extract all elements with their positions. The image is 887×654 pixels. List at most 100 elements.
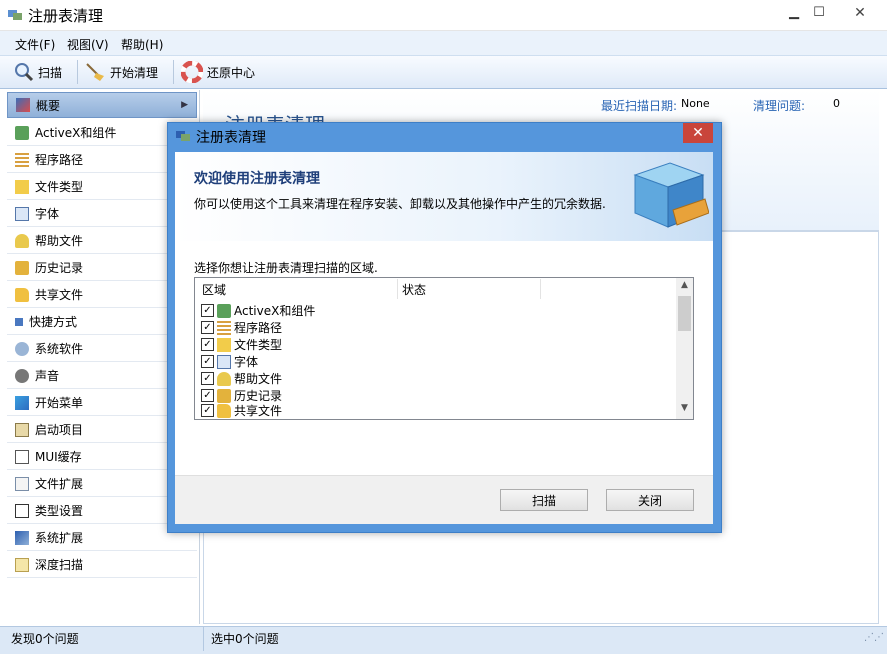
checkbox[interactable]: ✓ xyxy=(201,338,214,351)
scan-button[interactable]: 扫描 xyxy=(500,489,588,511)
start-clean-toolbar-button[interactable]: 开始清理 xyxy=(84,61,158,83)
shared-folder-icon xyxy=(217,403,231,418)
status-selected-issues: 选中0个问题 xyxy=(211,632,279,646)
checkbox[interactable]: ✓ xyxy=(201,321,214,334)
sidebar-item-label: 程序路径 xyxy=(35,153,84,167)
restore-center-toolbar-button[interactable]: 还原中心 xyxy=(181,61,255,83)
file-type-icon xyxy=(217,337,231,352)
program-path-icon xyxy=(217,320,231,335)
checkbox[interactable]: ✓ xyxy=(201,404,214,417)
sidebar-item-label: 深度扫描 xyxy=(35,558,84,572)
dialog-title: 注册表清理 xyxy=(196,130,266,146)
sidebar-item-label: 概要 xyxy=(36,98,61,113)
activex-icon xyxy=(217,303,231,318)
sidebar-item-label: 字体 xyxy=(35,207,60,221)
column-header-status[interactable]: 状态 xyxy=(402,281,426,298)
shared-folder-icon xyxy=(15,287,29,302)
scan-toolbar-label: 扫描 xyxy=(38,65,63,80)
toolbar-separator xyxy=(173,60,174,84)
checkbox[interactable]: ✓ xyxy=(201,355,214,368)
toolbar-separator xyxy=(77,60,78,84)
sidebar-item-label: 系统软件 xyxy=(35,342,84,356)
program-path-icon xyxy=(15,152,29,167)
expand-caret-icon: ▶ xyxy=(181,100,188,110)
status-bar xyxy=(0,626,887,654)
checkbox[interactable]: ✓ xyxy=(201,304,214,317)
list-item[interactable]: ✓ 历史记录 xyxy=(201,387,282,404)
font-icon xyxy=(217,354,231,369)
startup-icon xyxy=(15,422,29,437)
sidebar-item-label: 共享文件 xyxy=(35,288,84,302)
scroll-thumb[interactable] xyxy=(678,296,691,331)
scan-toolbar-button[interactable]: 扫描 xyxy=(14,61,62,83)
maximize-button[interactable]: ☐ xyxy=(807,4,831,22)
app-icon xyxy=(8,10,22,20)
dialog-heading: 欢迎使用注册表清理 xyxy=(194,171,320,187)
list-item-label: 程序路径 xyxy=(234,321,283,335)
system-software-icon xyxy=(15,341,29,356)
list-item-label: 文件类型 xyxy=(234,338,283,352)
font-icon xyxy=(15,206,29,221)
menu-file[interactable]: 文件(F) xyxy=(15,36,55,53)
list-item-label: 共享文件 xyxy=(234,404,283,418)
list-item-label: ActiveX和组件 xyxy=(234,304,316,318)
list-item-label: 字体 xyxy=(234,355,259,369)
sidebar-item-label: 类型设置 xyxy=(35,504,84,518)
file-extension-icon xyxy=(15,476,29,491)
issues-label: 清理问题: xyxy=(753,99,806,113)
minimize-button[interactable]: ▁ xyxy=(782,4,806,22)
list-item[interactable]: ✓ ActiveX和组件 xyxy=(201,302,315,319)
dialog-app-icon xyxy=(176,131,190,141)
close-button[interactable]: ✕ xyxy=(840,4,880,22)
sidebar-item-label: 历史记录 xyxy=(35,261,84,275)
sidebar-item-label: 系统扩展 xyxy=(35,531,84,545)
column-divider xyxy=(540,279,541,299)
last-scan-label: 最近扫描日期: xyxy=(601,99,678,113)
list-item[interactable]: ✓ 共享文件 xyxy=(201,403,282,418)
sidebar-item-label: 启动项目 xyxy=(35,423,84,437)
list-item[interactable]: ✓ 字体 xyxy=(201,353,258,370)
list-item[interactable]: ✓ 文件类型 xyxy=(201,336,282,353)
list-item-label: 历史记录 xyxy=(234,389,283,403)
window-title: 注册表清理 xyxy=(28,7,104,25)
sidebar-item-label: 开始菜单 xyxy=(35,396,84,410)
sidebar-item-label: 声音 xyxy=(35,369,60,383)
start-menu-icon xyxy=(15,395,29,410)
sidebar-item-label: 快捷方式 xyxy=(29,315,78,329)
scroll-down-icon[interactable]: ▼ xyxy=(676,403,693,417)
status-divider xyxy=(203,627,204,651)
dialog-description: 你可以使用这个工具来清理在程序安装、卸载以及其他操作中产生的冗余数据. xyxy=(194,197,606,211)
file-type-icon xyxy=(15,179,29,194)
sidebar-item-deep-scan[interactable]: 深度扫描 xyxy=(7,552,197,578)
history-icon xyxy=(217,388,231,403)
sidebar-item-label: 帮助文件 xyxy=(35,234,84,248)
status-found-issues: 发现0个问题 xyxy=(11,632,79,646)
shortcut-icon xyxy=(15,317,23,326)
sidebar-item-label: 文件扩展 xyxy=(35,477,84,491)
dialog-close-button[interactable]: ✕ xyxy=(683,123,713,143)
registry-cube-icon xyxy=(633,162,709,228)
area-prompt: 选择你想让注册表清理扫描的区域. xyxy=(194,261,378,275)
sidebar-item-overview[interactable]: 概要 ▶ xyxy=(7,92,197,118)
menu-help[interactable]: 帮助(H) xyxy=(121,36,163,53)
resize-grip[interactable]: ⋰⋰ xyxy=(864,632,884,643)
scroll-up-icon[interactable]: ▲ xyxy=(676,280,693,294)
overview-icon xyxy=(16,98,30,112)
menu-view[interactable]: 视图(V) xyxy=(67,36,109,53)
help-file-icon xyxy=(217,371,231,386)
checkbox[interactable]: ✓ xyxy=(201,372,214,385)
type-settings-icon xyxy=(15,503,29,518)
mui-cache-icon xyxy=(15,449,29,464)
issues-value: 0 xyxy=(833,97,840,110)
sidebar-item-label: 文件类型 xyxy=(35,180,84,194)
broom-icon xyxy=(86,63,104,81)
magnifier-icon xyxy=(15,63,34,82)
close-dialog-button[interactable]: 关闭 xyxy=(606,489,694,511)
last-scan-value: None xyxy=(681,97,710,110)
column-divider xyxy=(397,279,398,299)
list-item[interactable]: ✓ 程序路径 xyxy=(201,319,282,336)
column-header-area[interactable]: 区域 xyxy=(202,281,226,298)
list-item[interactable]: ✓ 帮助文件 xyxy=(201,370,282,387)
checkbox[interactable]: ✓ xyxy=(201,389,214,402)
lifebuoy-icon xyxy=(181,61,203,83)
